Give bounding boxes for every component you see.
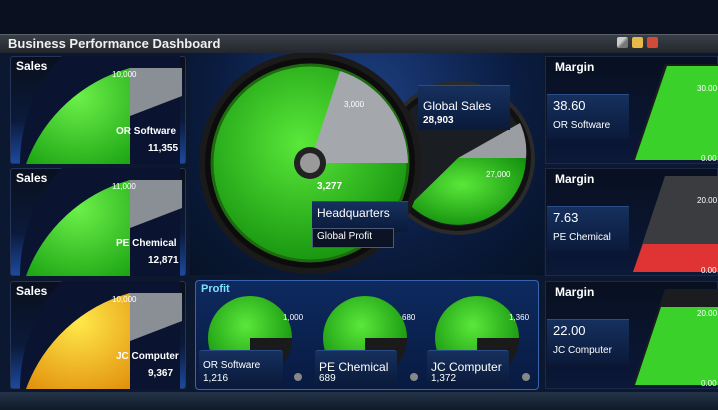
window-title: Business Performance Dashboard bbox=[8, 36, 221, 51]
headquarters-value: 3,277 bbox=[317, 181, 343, 192]
global-sales-value: 28,903 bbox=[423, 115, 454, 126]
profit-name: JC Computer bbox=[431, 360, 502, 374]
profit-name: OR Software bbox=[203, 360, 261, 371]
margin-panel: Margin 38.60 OR Software 30.00 0.00 bbox=[545, 56, 718, 164]
center-panel: Global Sales 28,903 27,000 3,000 3,277 H… bbox=[190, 53, 544, 275]
margin-top-tick: 30.00 bbox=[697, 84, 718, 93]
margin-gauge bbox=[633, 176, 718, 272]
margin-top-tick: 20.00 bbox=[697, 196, 718, 205]
profit-tick: 1,360 bbox=[509, 313, 530, 322]
window-tools bbox=[617, 37, 658, 48]
global-sales-tick: 27,000 bbox=[486, 170, 511, 179]
profit-panel: Profit 1,000 680 1,360 OR Software 1,216… bbox=[195, 280, 539, 390]
margin-bottom-tick: 0.00 bbox=[701, 154, 717, 163]
margin-gauge bbox=[633, 289, 718, 385]
profit-tick: 1,000 bbox=[283, 313, 304, 322]
profit-value: 1,216 bbox=[203, 373, 229, 384]
headquarters-name: Headquarters bbox=[317, 206, 390, 220]
margin-panel: Margin 22.00 JC Computer 20.00 0.00 bbox=[545, 281, 718, 389]
close-icon[interactable] bbox=[647, 37, 658, 48]
sales-panel: Sales 11,000 PE Chemical 12,871 bbox=[10, 168, 186, 276]
gauge-max-label: 11,000 bbox=[112, 182, 136, 191]
sales-value: 9,367 bbox=[148, 368, 174, 379]
sales-name: PE Chemical bbox=[116, 238, 177, 249]
sales-name: JC Computer bbox=[116, 351, 179, 362]
profit-value: 1,372 bbox=[431, 373, 457, 384]
margin-gauge bbox=[633, 64, 718, 160]
gauge-max-label: 10,000 bbox=[112, 295, 137, 304]
sales-name: OR Software bbox=[116, 126, 177, 137]
margin-bottom-tick: 0.00 bbox=[701, 379, 717, 388]
margin-bottom-tick: 0.00 bbox=[701, 266, 717, 275]
sales-value: 12,871 bbox=[148, 255, 179, 266]
sales-panel: Sales 10,000 OR Software 11,355 bbox=[10, 56, 186, 164]
sales-value: 11,355 bbox=[148, 143, 179, 154]
profit-name: PE Chemical bbox=[319, 360, 389, 374]
margin-top-tick: 20.00 bbox=[697, 309, 718, 318]
folder-icon[interactable] bbox=[632, 37, 643, 48]
gauge-max-label: 10,000 bbox=[112, 70, 137, 79]
profit-tick: 680 bbox=[402, 313, 416, 322]
global-sales-title: Global Sales bbox=[423, 99, 492, 113]
profit-value: 689 bbox=[319, 373, 336, 384]
edit-icon[interactable] bbox=[617, 37, 628, 48]
big-gauge-tick: 3,000 bbox=[344, 100, 365, 109]
window-titlebar: Business Performance Dashboard bbox=[0, 34, 718, 54]
sales-panel: Sales 10,000 JC Computer 9,367 bbox=[10, 281, 186, 389]
bottom-bar bbox=[0, 392, 718, 410]
global-profit-label: Global Profit bbox=[317, 231, 373, 242]
margin-panel: Margin 7.63 PE Chemical 20.00 0.00 bbox=[545, 168, 718, 276]
